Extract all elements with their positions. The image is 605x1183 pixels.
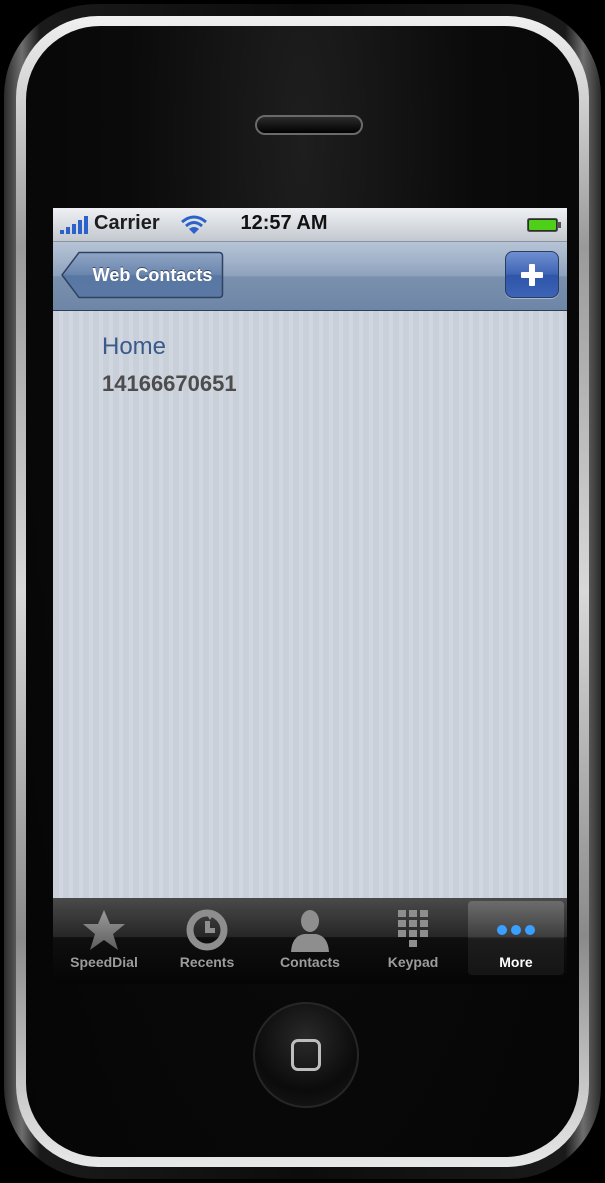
plus-icon: [521, 264, 543, 286]
tab-recents[interactable]: Recents: [156, 898, 258, 984]
navigation-bar: Web Contacts: [53, 242, 567, 311]
status-time: 12:57 AM: [240, 212, 328, 234]
tab-label: More: [499, 954, 533, 970]
tab-label: SpeedDial: [70, 954, 138, 970]
back-button[interactable]: Web Contacts: [61, 251, 224, 299]
recents-icon: [186, 909, 228, 951]
person-icon: [291, 910, 329, 952]
tab-bar: SpeedDial Recents Contacts Keypad More: [53, 898, 567, 984]
earpiece-speaker: [255, 115, 363, 135]
battery-icon: [527, 218, 561, 232]
add-contact-button[interactable]: [505, 251, 559, 298]
keypad-icon: [398, 910, 428, 947]
more-icon: [497, 925, 535, 935]
tab-more[interactable]: More: [465, 898, 567, 984]
tab-label: Recents: [179, 954, 235, 970]
back-button-label: Web Contacts: [92, 265, 213, 285]
tab-label: Keypad: [387, 954, 439, 970]
tab-speeddial[interactable]: SpeedDial: [53, 898, 155, 984]
home-button[interactable]: [253, 1002, 359, 1108]
star-icon: [83, 910, 125, 950]
phone-label: Home: [102, 333, 167, 360]
screen: Carrier 12:57 AM Web Contacts Home 14166…: [53, 208, 567, 984]
phone-number[interactable]: 14166670651: [102, 371, 237, 397]
tab-keypad[interactable]: Keypad: [362, 898, 464, 984]
tab-label: Contacts: [280, 954, 340, 970]
home-square-icon: [291, 1039, 321, 1071]
status-bar: Carrier 12:57 AM: [53, 208, 567, 242]
contact-detail: Home 14166670651: [53, 311, 567, 898]
tab-contacts[interactable]: Contacts: [259, 898, 361, 984]
